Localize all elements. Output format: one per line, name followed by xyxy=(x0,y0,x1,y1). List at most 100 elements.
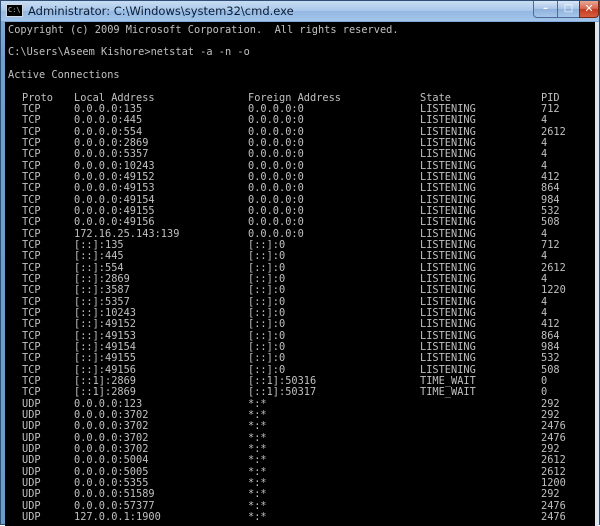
row-state: LISTENING xyxy=(420,340,476,353)
row-local-address: [::1]:2869 xyxy=(74,374,136,387)
row-local-address: [::]:3587 xyxy=(74,284,130,297)
row-proto: TCP xyxy=(22,306,41,319)
row-pid: 864 xyxy=(541,329,560,342)
section-title: Active Connections xyxy=(8,69,120,81)
row-proto: TCP xyxy=(22,261,41,274)
row-local-address: [::1]:2869 xyxy=(74,386,136,399)
row-proto: TCP xyxy=(22,363,41,376)
row-proto: TCP xyxy=(22,329,41,342)
row-state: LISTENING xyxy=(420,272,476,285)
row-pid: 4 xyxy=(541,306,548,319)
row-local-address: 0.0.0.0:49154 xyxy=(74,193,155,206)
row-foreign-address: 0.0.0.0:0 xyxy=(248,148,304,161)
row-foreign-address: 0.0.0.0:0 xyxy=(248,193,304,206)
row-proto: TCP xyxy=(22,216,41,229)
row-foreign-address: [::]:0 xyxy=(248,318,286,331)
row-pid: 4 xyxy=(541,295,548,308)
row-pid: 2476 xyxy=(541,510,566,523)
row-local-address: [::]:2869 xyxy=(74,272,130,285)
row-pid: 0 xyxy=(541,374,548,387)
command-prompt-line: C:\Users\Aseem Kishore>netstat -a -n -o xyxy=(8,46,250,58)
row-proto: TCP xyxy=(22,272,41,285)
row-pid: 4 xyxy=(541,272,548,285)
window-title: Administrator: C:\Windows\system32\cmd.e… xyxy=(28,4,294,18)
row-proto: TCP xyxy=(22,193,41,206)
row-proto: TCP xyxy=(22,386,41,399)
row-local-address: 0.0.0.0:123 xyxy=(74,397,143,410)
row-pid: 532 xyxy=(541,352,560,365)
row-proto: UDP xyxy=(22,420,41,433)
row-foreign-address: [::1]:50316 xyxy=(248,374,317,387)
minimize-button[interactable]: – xyxy=(533,1,558,18)
row-pid: 4 xyxy=(541,148,548,161)
row-pid: 2476 xyxy=(541,499,566,512)
row-foreign-address: *:* xyxy=(248,454,267,467)
row-pid: 4 xyxy=(541,250,548,263)
close-button[interactable]: ✕ xyxy=(579,1,599,18)
row-pid: 4 xyxy=(541,227,548,240)
row-local-address: 0.0.0.0:5004 xyxy=(74,454,149,467)
row-proto: UDP xyxy=(22,510,41,523)
row-foreign-address: *:* xyxy=(248,431,267,444)
row-proto: TCP xyxy=(22,114,41,127)
row-local-address: 0.0.0.0:5357 xyxy=(74,148,149,161)
row-proto: UDP xyxy=(22,431,41,444)
row-pid: 2476 xyxy=(541,431,566,444)
row-proto: TCP xyxy=(22,250,41,263)
row-local-address: 0.0.0.0:3702 xyxy=(74,420,149,433)
row-state: TIME_WAIT xyxy=(420,374,476,387)
row-foreign-address: [::]:0 xyxy=(248,295,286,308)
row-state: LISTENING xyxy=(420,318,476,331)
row-state: LISTENING xyxy=(420,329,476,342)
row-foreign-address: [::1]:50317 xyxy=(248,386,317,399)
cmd-icon: C:\ xyxy=(6,4,23,17)
maximize-button[interactable]: □ xyxy=(557,1,580,18)
row-local-address: [::]:5357 xyxy=(74,295,130,308)
row-foreign-address: *:* xyxy=(248,420,267,433)
row-local-address: [::]:554 xyxy=(74,261,124,274)
cmd-window: C:\ Administrator: C:\Windows\system32\c… xyxy=(0,0,600,526)
row-state: LISTENING xyxy=(420,216,476,229)
row-foreign-address: [::]:0 xyxy=(248,352,286,365)
row-foreign-address: *:* xyxy=(248,499,267,512)
row-local-address: [::]:49154 xyxy=(74,340,136,353)
row-local-address: 0.0.0.0:57377 xyxy=(74,499,155,512)
copyright-line: Copyright (c) 2009 Microsoft Corporation… xyxy=(8,24,399,36)
row-proto: TCP xyxy=(22,295,41,308)
row-foreign-address: [::]:0 xyxy=(248,272,286,285)
row-proto: TCP xyxy=(22,284,41,297)
row-proto: UDP xyxy=(22,454,41,467)
row-pid: 2612 xyxy=(541,261,566,274)
row-pid: 1220 xyxy=(541,284,566,297)
row-local-address: 0.0.0.0:5005 xyxy=(74,465,149,478)
row-local-address: 0.0.0.0:51589 xyxy=(74,488,155,501)
row-proto: TCP xyxy=(22,182,41,195)
row-proto: UDP xyxy=(22,488,41,501)
row-foreign-address: [::]:0 xyxy=(248,340,286,353)
row-state: LISTENING xyxy=(420,182,476,195)
row-foreign-address: 0.0.0.0:0 xyxy=(248,114,304,127)
row-foreign-address: [::]:0 xyxy=(248,363,286,376)
row-pid: 984 xyxy=(541,340,560,353)
row-pid: 2612 xyxy=(541,465,566,478)
row-foreign-address: 0.0.0.0:0 xyxy=(248,227,304,240)
vertical-scrollbar[interactable] xyxy=(595,22,599,526)
row-local-address: [::]:445 xyxy=(74,250,124,263)
title-bar[interactable]: C:\ Administrator: C:\Windows\system32\c… xyxy=(1,1,599,21)
row-state: LISTENING xyxy=(420,284,476,297)
row-foreign-address: [::]:0 xyxy=(248,306,286,319)
console-output[interactable]: Copyright (c) 2009 Microsoft Corporation… xyxy=(5,22,595,526)
row-local-address: 0.0.0.0:49156 xyxy=(74,216,155,229)
row-pid: 2612 xyxy=(541,454,566,467)
row-proto: TCP xyxy=(22,340,41,353)
row-foreign-address: [::]:0 xyxy=(248,329,286,342)
row-foreign-address: *:* xyxy=(248,397,267,410)
row-foreign-address: *:* xyxy=(248,465,267,478)
row-local-address: 0.0.0.0:3702 xyxy=(74,431,149,444)
row-local-address: [::]:10243 xyxy=(74,306,136,319)
row-pid: 412 xyxy=(541,318,560,331)
row-proto: UDP xyxy=(22,397,41,410)
row-foreign-address: *:* xyxy=(248,510,267,523)
row-pid: 292 xyxy=(541,488,560,501)
row-foreign-address: [::]:0 xyxy=(248,261,286,274)
